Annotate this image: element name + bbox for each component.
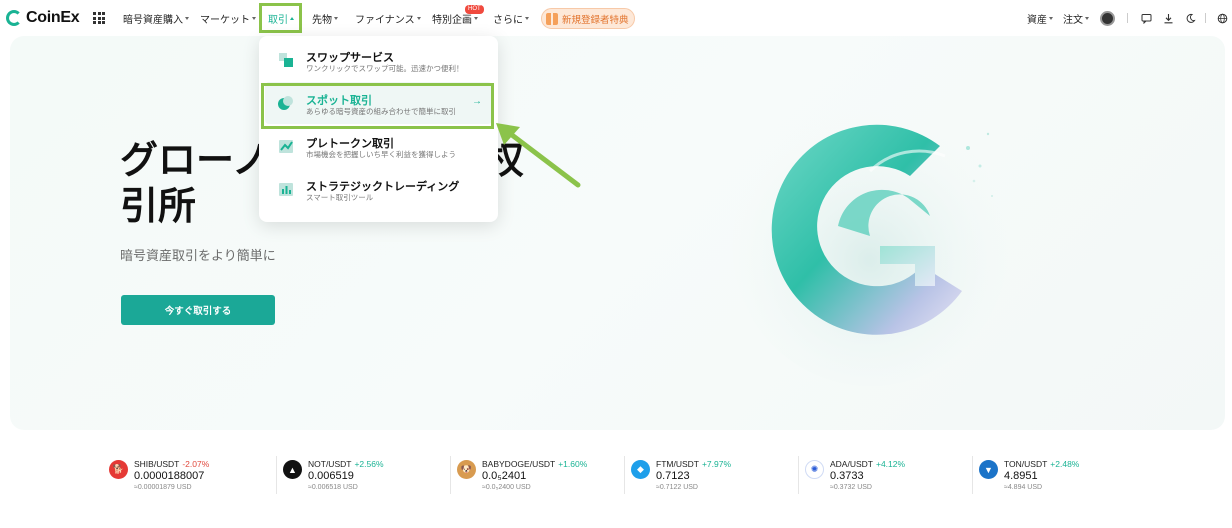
ticker-usd-value: ≈0.7122 USD xyxy=(656,484,698,491)
dropdown-item-strategic-trading-desc: スマート取引ツール xyxy=(306,193,374,202)
ada-icon: ✺ xyxy=(805,460,824,479)
nav-markets-label: マーケット xyxy=(200,14,250,26)
user-avatar[interactable] xyxy=(1100,11,1115,26)
apps-grid-icon[interactable] xyxy=(93,12,105,24)
ticker-usd-value: ≈0.3732 USD xyxy=(830,484,872,491)
nav-trade-label: 取引 xyxy=(268,14,288,26)
not-icon: ▲ xyxy=(283,460,302,479)
ticker-pair: ADA/USDT +4.12% xyxy=(830,459,906,469)
nav-trade[interactable]: 取引 xyxy=(268,0,294,36)
ticker-pair: NOT/USDT +2.56% xyxy=(308,459,384,469)
divider xyxy=(624,456,625,494)
annotation-arrow xyxy=(496,123,581,188)
dark-mode-icon[interactable] xyxy=(1183,11,1197,25)
nav-finance-label: ファイナンス xyxy=(355,14,415,26)
dropdown-item-swap[interactable]: スワップサービス ワンクリックでスワップ可能。迅速かつ便利！ xyxy=(265,39,492,81)
swap-icon xyxy=(279,53,293,67)
coinex-3d-logo-image xyxy=(732,106,1008,386)
divider xyxy=(1127,13,1128,23)
ticker-usd-value: ≈4.894 USD xyxy=(1004,484,1043,491)
dropdown-item-pre-token[interactable]: プレトークン取引 市場機会を把握しいち早く利益を獲得しよう xyxy=(265,125,492,167)
ticker-price: 0.006519 xyxy=(308,470,354,482)
dropdown-item-strategic-trading[interactable]: ストラテジックトレーディング スマート取引ツール xyxy=(265,168,492,210)
nav-assets[interactable]: 資産 xyxy=(1027,0,1053,36)
ticker-price: 0.0₅2401 xyxy=(482,470,527,482)
chevron-down-icon xyxy=(334,16,338,20)
ticker-item[interactable]: ◆ FTM/USDT +7.97% 0.7123 ≈0.7122 USD xyxy=(629,452,799,498)
ticker-usd-value: ≈0.00001879 USD xyxy=(134,484,192,491)
top-navigation-bar: CoinEx 暗号資産購入 マーケット 取引 先物 ファイナンス 特別企画 HO… xyxy=(0,0,1232,36)
hero-subtitle: 暗号資産取引をより簡単に xyxy=(120,248,276,263)
new-user-bonus-button[interactable]: 新規登録者特典 xyxy=(541,8,635,29)
hot-badge: HOT xyxy=(465,5,484,14)
ticker-price: 0.7123 xyxy=(656,470,690,482)
nav-futures-label: 先物 xyxy=(312,14,332,26)
nav-assets-label: 資産 xyxy=(1027,14,1047,26)
coinex-logo-icon xyxy=(6,10,22,26)
chevron-down-icon xyxy=(185,16,189,20)
download-icon[interactable] xyxy=(1161,11,1175,25)
ticker-pair: SHIB/USDT -2.07% xyxy=(134,459,210,469)
ticker-pair: FTM/USDT +7.97% xyxy=(656,459,732,469)
ticker-item[interactable]: 🐶 BABYDOGE/USDT +1.60% 0.0₅2401 ≈0.0₅2400… xyxy=(455,452,625,498)
trade-now-button[interactable]: 今すぐ取引する xyxy=(121,295,275,325)
ticker-price: 0.3733 xyxy=(830,470,864,482)
chevron-down-icon xyxy=(1049,16,1053,20)
dropdown-item-pre-token-desc: 市場機会を把握しいち早く利益を獲得しよう xyxy=(306,150,456,159)
divider xyxy=(798,456,799,494)
ticker-pair: BABYDOGE/USDT +1.60% xyxy=(482,459,588,469)
ticker-row: 🐕 SHIB/USDT -2.07% 0.0000188007 ≈0.000018… xyxy=(107,452,1137,498)
dropdown-item-swap-desc: ワンクリックでスワップ可能。迅速かつ便利！ xyxy=(306,64,464,73)
coinex-logo[interactable]: CoinEx xyxy=(6,9,80,27)
nav-futures[interactable]: 先物 xyxy=(312,0,338,36)
ticker-pair: TON/USDT +2.48% xyxy=(1004,459,1080,469)
chevron-down-icon xyxy=(252,16,256,20)
highlight-box-spot-trading xyxy=(261,83,494,129)
nav-markets[interactable]: マーケット xyxy=(200,0,256,36)
nav-more-label: さらに xyxy=(493,14,523,26)
ticker-price: 0.0000188007 xyxy=(134,470,205,482)
chevron-down-icon xyxy=(416,16,421,20)
ftm-icon: ◆ xyxy=(631,460,650,479)
chevron-down-icon xyxy=(525,16,529,20)
shib-icon: 🐕 xyxy=(109,460,128,479)
gift-icon xyxy=(546,12,558,25)
chevron-up-icon xyxy=(290,16,294,20)
trade-dropdown-menu: スワップサービス ワンクリックでスワップ可能。迅速かつ便利！ スポット取引 あら… xyxy=(259,36,498,222)
language-globe-icon[interactable] xyxy=(1215,11,1229,25)
pre-token-icon xyxy=(279,140,293,153)
nav-buy-crypto-label: 暗号資産購入 xyxy=(123,14,183,26)
divider xyxy=(1205,13,1206,23)
hero-banner: グローノ权 引所 暗号資産取引をより簡単に 今すぐ取引する xyxy=(10,36,1225,430)
divider xyxy=(972,456,973,494)
ticker-item[interactable]: ✺ ADA/USDT +4.12% 0.3733 ≈0.3732 USD xyxy=(803,452,973,498)
chevron-down-icon xyxy=(1085,16,1089,20)
nav-orders-label: 注文 xyxy=(1063,14,1083,26)
ticker-item[interactable]: ▼ TON/USDT +2.48% 4.8951 ≈4.894 USD xyxy=(977,452,1147,498)
divider xyxy=(450,456,451,494)
brand-name: CoinEx xyxy=(26,9,80,26)
ticker-usd-value: ≈0.0₅2400 USD xyxy=(482,484,531,491)
ticker-item[interactable]: ▲ NOT/USDT +2.56% 0.006519 ≈0.006518 USD xyxy=(281,452,451,498)
message-icon[interactable] xyxy=(1139,11,1153,25)
hero-title-line-1-visible: グローノ xyxy=(120,140,270,182)
ticker-usd-value: ≈0.006518 USD xyxy=(308,484,358,491)
chevron-down-icon xyxy=(474,16,478,20)
nav-buy-crypto[interactable]: 暗号資産購入 xyxy=(123,0,189,36)
new-user-bonus-label: 新規登録者特典 xyxy=(562,14,629,26)
ticker-price: 4.8951 xyxy=(1004,470,1038,482)
nav-orders[interactable]: 注文 xyxy=(1063,0,1089,36)
nav-more[interactable]: さらに xyxy=(493,0,529,36)
babydoge-icon: 🐶 xyxy=(457,460,476,479)
ton-icon: ▼ xyxy=(979,460,998,479)
nav-finance[interactable]: ファイナンス xyxy=(355,0,421,36)
strategic-trading-icon xyxy=(279,183,293,196)
divider xyxy=(276,456,277,494)
ticker-item[interactable]: 🐕 SHIB/USDT -2.07% 0.0000188007 ≈0.000018… xyxy=(107,452,277,498)
